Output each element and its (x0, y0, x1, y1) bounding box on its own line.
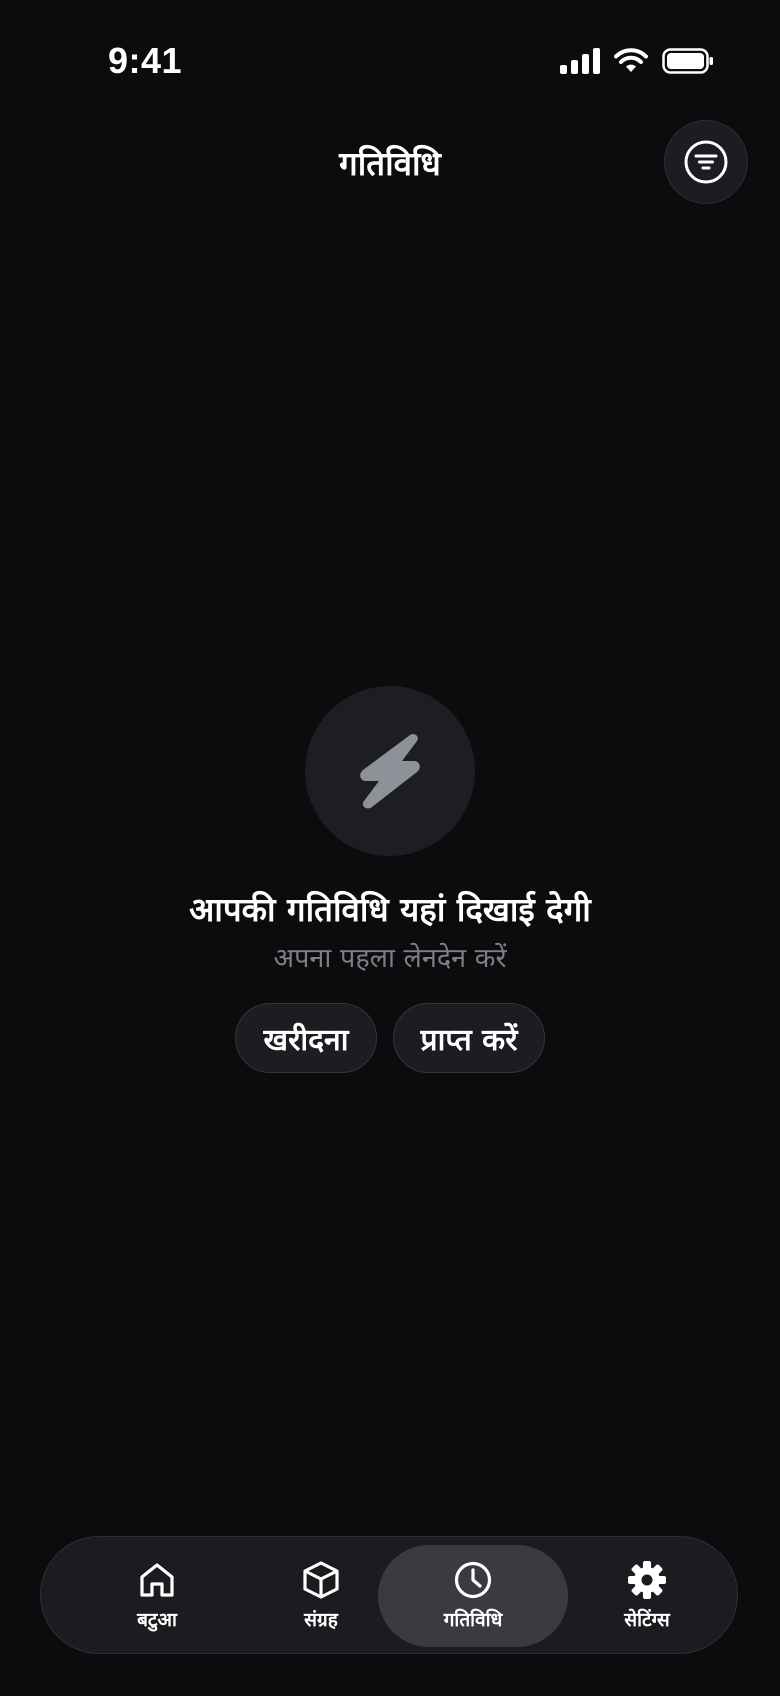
clock-icon (454, 1561, 492, 1599)
status-icons (560, 48, 714, 74)
receive-button[interactable]: प्राप्त करें (393, 1003, 545, 1073)
status-time: 9:41 (108, 40, 183, 81)
tab-label-activity: गतिविधि (443, 1609, 503, 1631)
battery-icon (662, 48, 713, 74)
empty-state-subtitle: अपना पहला लेनदेन करें (273, 943, 507, 974)
tab-activity[interactable]: गतिविधि (378, 1545, 568, 1647)
status-bar: 9:41 (0, 0, 780, 130)
gear-icon (628, 1561, 666, 1599)
tab-label-settings: सेटिंग्स (624, 1609, 670, 1631)
cube-icon (303, 1561, 339, 1599)
tab-label-wallet: बटुआ (137, 1609, 177, 1631)
cellular-signal-icon (560, 48, 600, 74)
bottom-tab-bar: बटुआ संग्रह गतिविधि सेटिंग्स (40, 1536, 738, 1654)
tab-label-collection: संग्रह (304, 1609, 338, 1631)
empty-state-title: आपकी गतिविधि यहां दिखाई देगी (189, 890, 591, 929)
filter-lines-icon (684, 140, 728, 184)
filter-button[interactable] (664, 120, 748, 204)
home-icon (140, 1563, 174, 1597)
tab-settings[interactable]: सेटिंग्स (563, 1545, 731, 1647)
tab-wallet[interactable]: बटुआ (73, 1545, 241, 1647)
activity-screen: 9:41 गतिविधि आपकी गतिविधि यहां दिखाई देग… (0, 0, 780, 1696)
buy-button[interactable]: खरीदना (235, 1003, 377, 1073)
empty-state-actions: खरीदना प्राप्त करें (0, 1003, 780, 1073)
wifi-icon (614, 48, 648, 72)
page-title: गतिविधि (339, 144, 441, 183)
empty-state-icon-container (305, 686, 475, 856)
lightning-bolt-icon (360, 733, 420, 809)
